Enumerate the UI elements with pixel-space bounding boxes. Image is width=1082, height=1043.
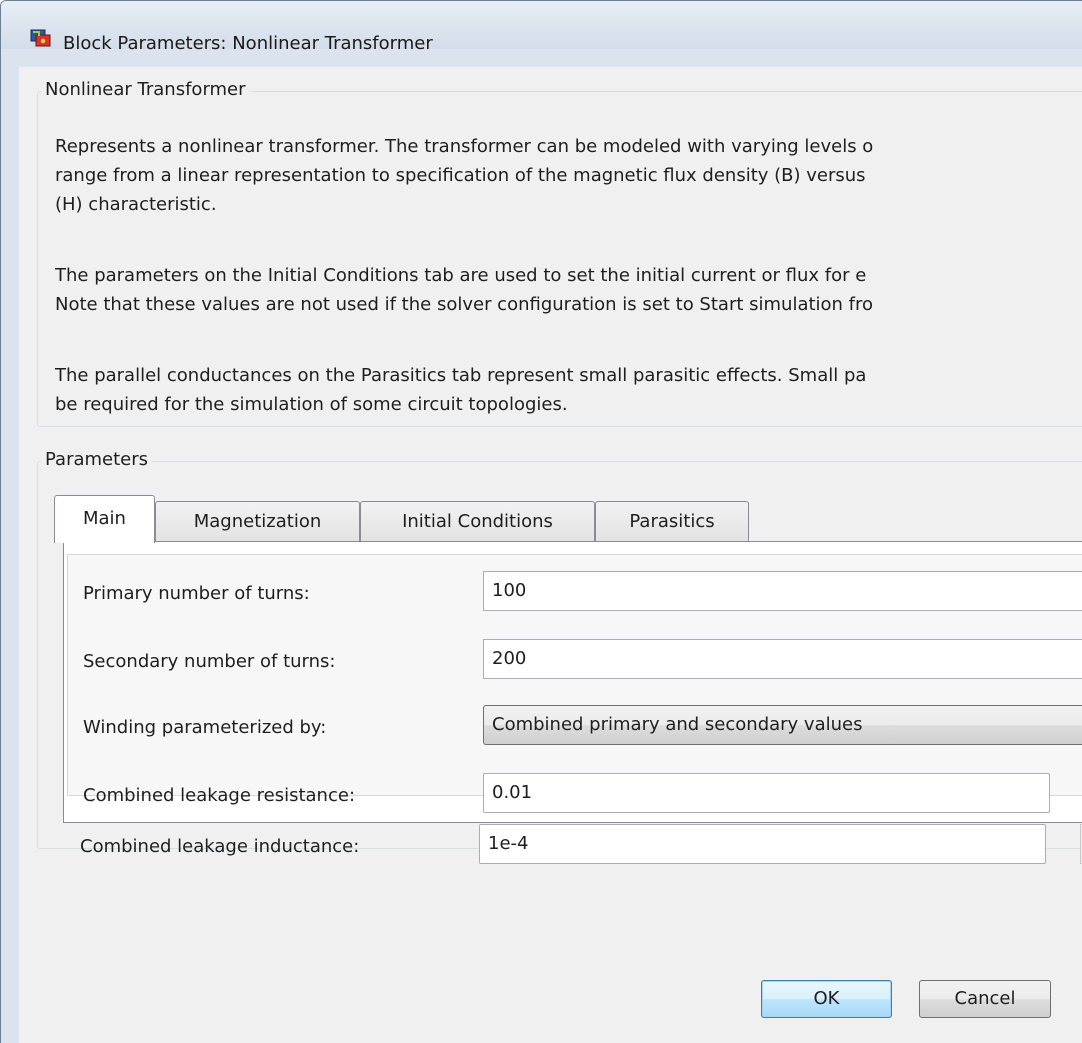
tab-magnetization[interactable]: Magnetization [155, 501, 360, 541]
primary-turns-label: Primary number of turns: [83, 583, 310, 604]
description-group: Nonlinear Transformer Represents a nonli… [37, 79, 1082, 427]
leakage-resistance-field[interactable]: 0.01 [483, 773, 1050, 813]
simulink-block-icon [30, 29, 51, 47]
leakage-inductance-field[interactable]: 1e-4 [479, 824, 1046, 864]
title-bar[interactable]: Block Parameters: Nonlinear Transformer [1, 1, 1082, 54]
secondary-turns-label: Secondary number of turns: [83, 651, 336, 672]
winding-parameterization-select[interactable]: Combined primary and secondary values [483, 705, 1082, 745]
leakage-inductance-label: Combined leakage inductance: [80, 836, 360, 857]
ok-button[interactable]: OK [761, 980, 892, 1018]
tab-parasitics[interactable]: Parasitics [595, 501, 749, 541]
main-tab-content: Primary number of turns: 100 Secondary n… [67, 554, 1082, 813]
tab-initial-conditions[interactable]: Initial Conditions [360, 501, 595, 541]
main-tab-panel: Primary number of turns: 100 Secondary n… [63, 541, 1082, 823]
winding-parameterization-label: Winding parameterized by: [83, 717, 327, 738]
description-paragraph-3: The parallel conductances on the Parasit… [55, 365, 867, 415]
cancel-button[interactable]: Cancel [919, 980, 1051, 1018]
dialog-client-area: Nonlinear Transformer Represents a nonli… [19, 67, 1082, 1043]
leakage-resistance-label: Combined leakage resistance: [83, 785, 356, 806]
description-paragraph-1: Represents a nonlinear transformer. The … [55, 136, 874, 215]
parameters-legend: Parameters [41, 449, 153, 470]
window-title: Block Parameters: Nonlinear Transformer [63, 33, 433, 54]
description-legend: Nonlinear Transformer [41, 79, 250, 100]
dialog-window: Block Parameters: Nonlinear Transformer … [0, 0, 1082, 1043]
secondary-turns-field[interactable]: 200 [483, 639, 1082, 679]
description-paragraph-2: The parameters on the Initial Conditions… [55, 265, 874, 315]
primary-turns-field[interactable]: 100 [483, 571, 1082, 611]
tab-main[interactable]: Main [54, 495, 155, 543]
